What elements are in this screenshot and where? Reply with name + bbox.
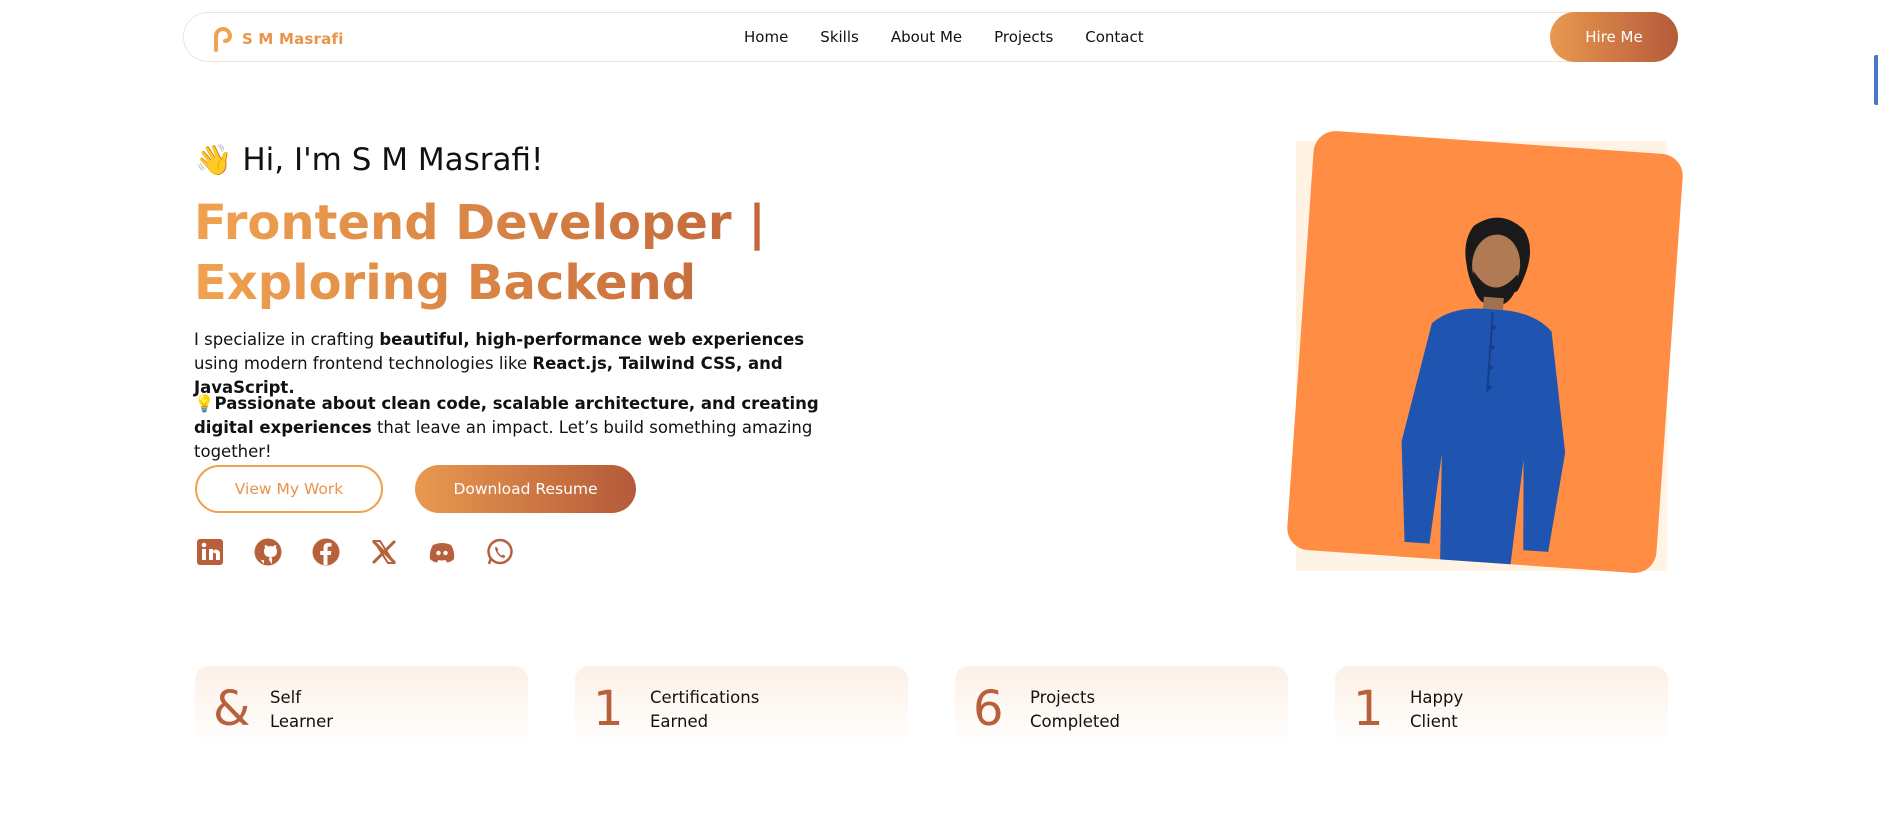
stat-label-line-2: Earned [650, 712, 709, 731]
stat-value: 1 [1353, 681, 1384, 737]
view-my-work-button[interactable]: View My Work [195, 465, 383, 513]
nav-about-me[interactable]: About Me [891, 28, 962, 46]
person-image [1401, 217, 1566, 570]
profile-photo [1285, 129, 1685, 575]
stat-value: & [213, 681, 251, 737]
top-navbar: S M Masrafi Home Skills About Me Project… [183, 12, 1678, 62]
nav-projects[interactable]: Projects [994, 28, 1053, 46]
stat-label-line-1: Certifications [650, 688, 760, 707]
headline-line-1: Frontend Developer | [194, 195, 766, 251]
stat-label-line-1: Happy [1410, 688, 1464, 707]
stat-label: Certifications Earned [650, 686, 850, 734]
headline: Frontend Developer | Exploring Backend [194, 193, 894, 313]
stat-card-projects: 6 Projects Completed [955, 666, 1288, 746]
stat-label-line-2: Learner [270, 712, 334, 731]
download-resume-button[interactable]: Download Resume [415, 465, 636, 513]
intro-text-a: I specialize in crafting [194, 330, 380, 349]
greeting: 👋 Hi, I'm S M Masrafi! [195, 142, 543, 178]
logo-icon [214, 27, 232, 52]
main-menu: Home Skills About Me Projects Contact [744, 28, 1176, 46]
stat-label-line-2: Completed [1030, 712, 1120, 731]
headline-line-2: Exploring Backend [194, 255, 697, 311]
whatsapp-icon[interactable] [485, 537, 515, 567]
intro-text-b: beautiful, high-performance web experien… [379, 330, 805, 349]
stat-value: 6 [973, 681, 1004, 737]
stat-label-line-1: Self [270, 688, 302, 707]
intro-paragraph: I specialize in crafting beautiful, high… [194, 328, 834, 400]
stat-card-self-learner: & Self Learner [195, 666, 528, 746]
scroll-indicator[interactable] [1874, 55, 1878, 105]
hire-me-button[interactable]: Hire Me [1550, 12, 1678, 62]
nav-skills[interactable]: Skills [820, 28, 859, 46]
wave-icon: 👋 [195, 142, 233, 178]
stat-card-happy-client: 1 Happy Client [1335, 666, 1668, 746]
linkedin-icon[interactable] [195, 537, 225, 567]
intro-text-c: using modern frontend technologies like [194, 354, 533, 373]
facebook-icon[interactable] [311, 537, 341, 567]
logo[interactable]: S M Masrafi [210, 26, 344, 52]
stat-label: Happy Client [1410, 686, 1610, 734]
nav-contact[interactable]: Contact [1085, 28, 1143, 46]
stat-value: 1 [593, 681, 624, 737]
social-links [195, 537, 515, 567]
lightbulb-icon: 💡 [194, 394, 215, 413]
stat-label: Projects Completed [1030, 686, 1230, 734]
greeting-text: Hi, I'm S M Masrafi! [242, 142, 544, 178]
stat-label-line-2: Client [1410, 712, 1458, 731]
logo-text: S M Masrafi [242, 30, 344, 48]
passion-paragraph: 💡Passionate about clean code, scalable a… [194, 392, 834, 464]
stat-label: Self Learner [270, 686, 470, 734]
github-icon[interactable] [253, 537, 283, 567]
x-icon[interactable] [369, 537, 399, 567]
nav-home[interactable]: Home [744, 28, 788, 46]
stat-card-certifications: 1 Certifications Earned [575, 666, 908, 746]
discord-icon[interactable] [427, 537, 457, 567]
stat-label-line-1: Projects [1030, 688, 1096, 707]
